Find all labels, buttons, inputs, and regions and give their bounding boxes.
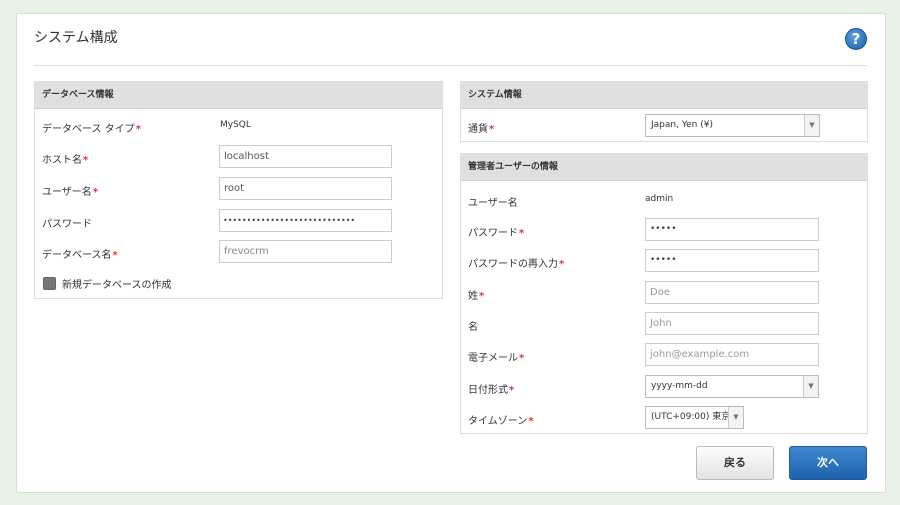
required-mark: * bbox=[479, 291, 485, 302]
db-user-row: ユーザー名* root bbox=[35, 177, 442, 201]
lastname-input[interactable]: Doe bbox=[645, 281, 819, 304]
chevron-down-icon: ▼ bbox=[804, 115, 819, 136]
db-password-row: パスワード •••••••••••••••••••••••••••• bbox=[35, 209, 442, 233]
email-row: 電子メール* john@example.com bbox=[461, 343, 867, 367]
dateformat-selected: yyyy-mm-dd bbox=[651, 381, 708, 391]
admin-password2-input[interactable]: ••••• bbox=[645, 249, 819, 272]
firstname-input[interactable]: John bbox=[645, 312, 819, 335]
title-divider bbox=[34, 65, 867, 66]
dateformat-row: 日付形式* yyyy-mm-dd ▼ bbox=[461, 375, 867, 399]
lastname-row: 姓* Doe bbox=[461, 281, 867, 305]
timezone-selected: (UTC+09:00) 東京 bbox=[651, 412, 731, 422]
db-password-input[interactable]: •••••••••••••••••••••••••••• bbox=[219, 209, 392, 232]
required-mark: * bbox=[559, 259, 565, 270]
db-host-input[interactable]: localhost bbox=[219, 145, 392, 168]
required-mark: * bbox=[135, 124, 141, 135]
db-name-row: データベース名* frevocrm bbox=[35, 240, 442, 264]
admin-password2-label: パスワードの再入力 bbox=[468, 259, 558, 270]
system-panel-heading: システム情報 bbox=[461, 82, 867, 109]
chevron-down-icon: ▼ bbox=[803, 376, 818, 397]
db-name-input[interactable]: frevocrm bbox=[219, 240, 392, 263]
database-panel: データベース情報 データベース タイプ* MySQL ホスト名* localho… bbox=[34, 81, 443, 299]
currency-label: 通貨 bbox=[468, 124, 488, 135]
required-mark: * bbox=[528, 416, 534, 427]
email-label: 電子メール bbox=[468, 353, 518, 364]
system-panel: システム情報 通貨* Japan, Yen (¥) ▼ bbox=[460, 81, 868, 142]
required-mark: * bbox=[112, 250, 118, 261]
admin-password-label: パスワード bbox=[468, 228, 518, 239]
create-db-row: 新規データベースの作成 bbox=[35, 272, 442, 296]
chevron-down-icon: ▼ bbox=[728, 407, 743, 428]
next-button[interactable]: 次へ bbox=[789, 446, 867, 480]
question-icon[interactable]: ? bbox=[845, 28, 867, 50]
required-mark: * bbox=[489, 124, 495, 135]
db-password-label: パスワード bbox=[42, 219, 92, 230]
dateformat-label: 日付形式 bbox=[468, 385, 508, 396]
firstname-label: 名 bbox=[468, 322, 478, 333]
db-type-value: MySQL bbox=[220, 120, 251, 130]
currency-select[interactable]: Japan, Yen (¥) ▼ bbox=[645, 114, 820, 137]
email-input[interactable]: john@example.com bbox=[645, 343, 819, 366]
timezone-label: タイムゾーン bbox=[468, 416, 528, 427]
firstname-row: 名 John bbox=[461, 312, 867, 336]
required-mark: * bbox=[519, 228, 525, 239]
create-db-label: 新規データベースの作成 bbox=[62, 280, 172, 291]
admin-panel-heading: 管理者ユーザーの情報 bbox=[461, 154, 867, 181]
required-mark: * bbox=[519, 353, 525, 364]
db-user-input[interactable]: root bbox=[219, 177, 392, 200]
admin-user-value: admin bbox=[645, 194, 674, 204]
db-type-row: データベース タイプ* MySQL bbox=[35, 115, 442, 139]
db-host-row: ホスト名* localhost bbox=[35, 145, 442, 169]
admin-password-row: パスワード* ••••• bbox=[461, 218, 867, 242]
db-type-label: データベース タイプ bbox=[42, 124, 135, 135]
db-name-label: データベース名 bbox=[42, 250, 112, 261]
db-user-label: ユーザー名 bbox=[42, 187, 92, 198]
required-mark: * bbox=[509, 385, 515, 396]
lastname-label: 姓 bbox=[468, 291, 478, 302]
database-panel-heading: データベース情報 bbox=[35, 82, 442, 109]
create-db-checkbox[interactable] bbox=[43, 277, 56, 290]
required-mark: * bbox=[83, 155, 89, 166]
config-card: システム構成 ? データベース情報 データベース タイプ* MySQL ホスト名… bbox=[16, 13, 886, 493]
admin-user-row: ユーザー名 admin bbox=[461, 189, 867, 213]
required-mark: * bbox=[92, 187, 99, 198]
admin-password-input[interactable]: ••••• bbox=[645, 218, 819, 241]
timezone-row: タイムゾーン* (UTC+09:00) 東京 ▼ bbox=[461, 406, 867, 430]
page-title: システム構成 bbox=[34, 30, 118, 46]
admin-user-label: ユーザー名 bbox=[468, 198, 518, 209]
currency-selected: Japan, Yen (¥) bbox=[651, 120, 713, 130]
dateformat-select[interactable]: yyyy-mm-dd ▼ bbox=[645, 375, 819, 398]
admin-password2-row: パスワードの再入力* ••••• bbox=[461, 249, 867, 273]
admin-panel: 管理者ユーザーの情報 ユーザー名 admin パスワード* ••••• パスワー… bbox=[460, 153, 868, 434]
back-button[interactable]: 戻る bbox=[696, 446, 774, 480]
timezone-select[interactable]: (UTC+09:00) 東京 ▼ bbox=[645, 406, 744, 429]
currency-row: 通貨* Japan, Yen (¥) ▼ bbox=[461, 114, 867, 138]
db-host-label: ホスト名 bbox=[42, 155, 82, 166]
